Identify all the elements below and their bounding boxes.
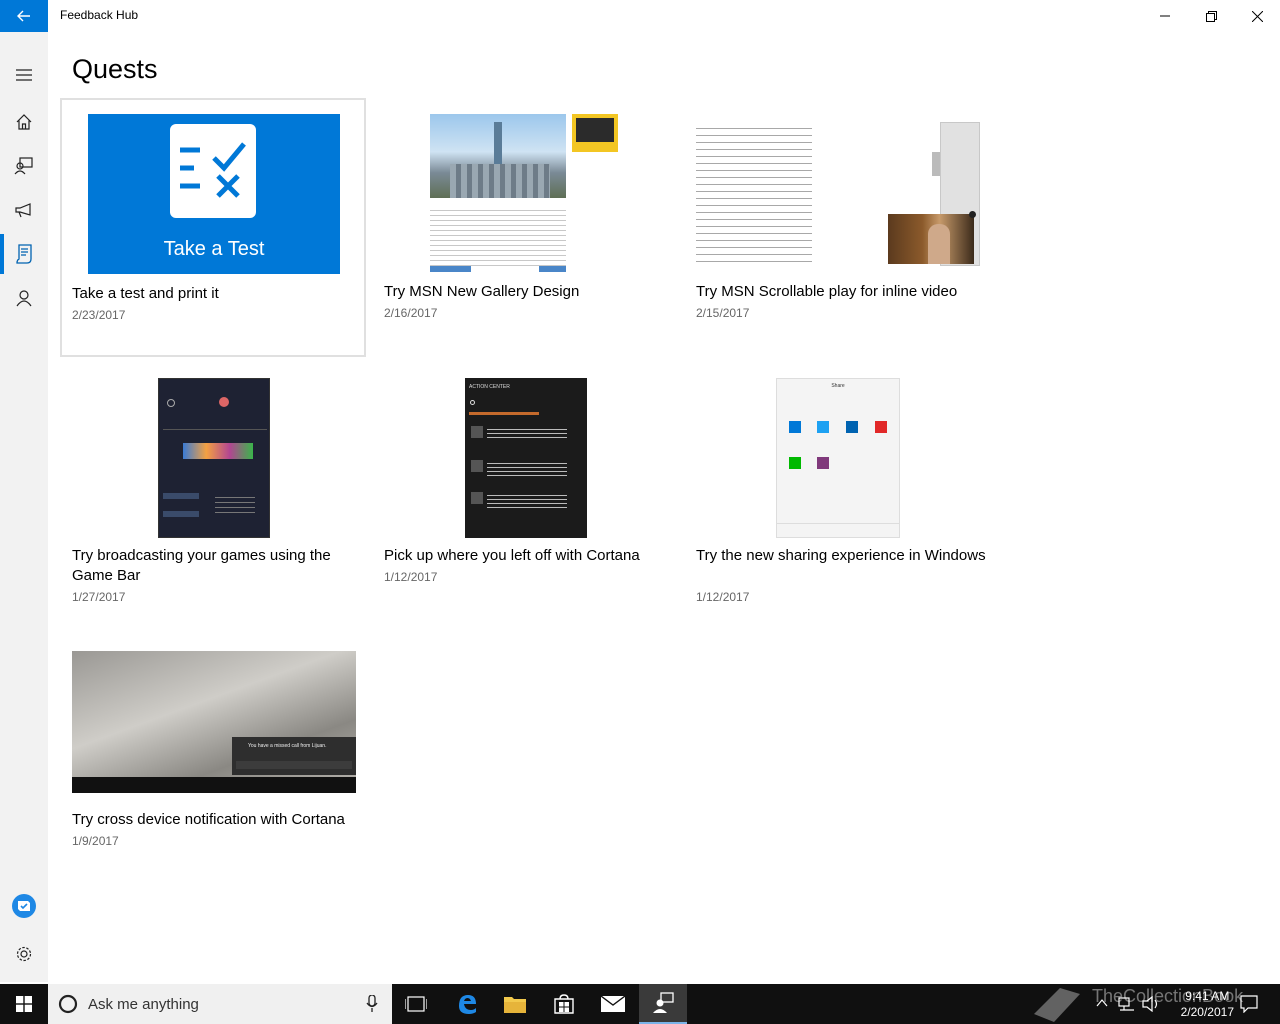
cortana-search-box[interactable]: Ask me anything bbox=[48, 984, 392, 1024]
settings-icon bbox=[16, 946, 32, 962]
clock-date: 2/20/2017 bbox=[1180, 1005, 1234, 1019]
notification-toast: You have a missed call from Lijuan. bbox=[232, 737, 356, 775]
thumb-caption: Take a Test bbox=[163, 238, 265, 260]
quest-thumbnail: Share bbox=[776, 378, 900, 538]
search-placeholder: Ask me anything bbox=[88, 996, 199, 1013]
quest-date: 2/23/2017 bbox=[72, 308, 126, 322]
feedback-icon bbox=[14, 157, 33, 175]
quest-title: Try cross device notification with Corta… bbox=[72, 811, 345, 828]
edge-icon bbox=[459, 995, 476, 1014]
quest-title: Pick up where you left off with Cortana bbox=[384, 547, 640, 564]
quest-card-cross-device[interactable]: You have a missed call from Lijuan. Try … bbox=[62, 640, 368, 860]
quest-date: 1/27/2017 bbox=[72, 590, 126, 604]
settings-button[interactable] bbox=[0, 932, 48, 976]
insider-button[interactable] bbox=[0, 884, 48, 928]
store-icon bbox=[554, 994, 574, 1014]
start-button[interactable] bbox=[0, 984, 48, 1024]
volume-icon[interactable] bbox=[1142, 996, 1160, 1012]
cortana-circle-icon bbox=[58, 994, 78, 1014]
quest-title: Try MSN Scrollable play for inline video bbox=[696, 283, 958, 300]
profile-icon bbox=[16, 290, 32, 307]
quest-card-cortana-resume[interactable]: ACTION CENTER Pick up where you left off… bbox=[374, 364, 680, 604]
quest-title: Try the new sharing experience in Window… bbox=[696, 547, 986, 564]
clock-time: 9:41 AM bbox=[1185, 989, 1230, 1003]
action-center-icon[interactable] bbox=[1240, 995, 1258, 1013]
quest-thumbnail bbox=[696, 122, 980, 268]
system-clock[interactable]: 9:41 AM 2/20/2017 bbox=[1181, 988, 1234, 1020]
feedback-hub-icon bbox=[653, 992, 674, 1013]
app-title: Feedback Hub bbox=[60, 8, 139, 22]
quest-thumbnail bbox=[158, 378, 270, 538]
article-text bbox=[430, 206, 566, 266]
minimize-button[interactable] bbox=[1142, 0, 1188, 32]
quest-card-msn-scrollable[interactable]: Try MSN Scrollable play for inline video… bbox=[686, 100, 992, 340]
mail-button[interactable] bbox=[589, 984, 637, 1024]
quest-thumbnail: You have a missed call from Lijuan. bbox=[72, 651, 356, 793]
quest-date: 1/12/2017 bbox=[696, 590, 750, 604]
city-photo bbox=[430, 114, 566, 198]
windows-logo-icon bbox=[16, 996, 32, 1012]
quest-date: 1/9/2017 bbox=[72, 834, 119, 848]
quest-date: 1/12/2017 bbox=[384, 570, 438, 584]
back-arrow-icon bbox=[17, 10, 30, 22]
inline-video bbox=[888, 214, 974, 264]
quest-title: Take a test and print it bbox=[72, 285, 219, 302]
quest-card-take-a-test[interactable]: Take a Test Take a test and print it 2/2… bbox=[60, 98, 366, 357]
hamburger-menu-icon bbox=[16, 69, 32, 81]
microphone-icon[interactable] bbox=[366, 995, 378, 1013]
store-button[interactable] bbox=[540, 984, 588, 1024]
quest-thumbnail: ACTION CENTER bbox=[465, 378, 587, 538]
action-center-label: ACTION CENTER bbox=[469, 384, 510, 390]
sidebar-item-quests[interactable] bbox=[0, 232, 48, 276]
mini-taskbar bbox=[72, 777, 356, 793]
file-explorer-button[interactable] bbox=[491, 984, 539, 1024]
quests-icon bbox=[16, 244, 32, 264]
sidebar-item-announcements[interactable] bbox=[0, 188, 48, 232]
sidebar bbox=[0, 32, 48, 982]
back-button[interactable] bbox=[0, 0, 48, 32]
quest-card-msn-gallery[interactable]: Try MSN New Gallery Design 2/16/2017 bbox=[374, 100, 680, 340]
network-icon[interactable] bbox=[1118, 996, 1136, 1012]
sidebar-item-home[interactable] bbox=[0, 100, 48, 144]
task-view-button[interactable] bbox=[392, 984, 440, 1024]
quest-date: 2/16/2017 bbox=[384, 306, 438, 320]
sidebar-item-feedback[interactable] bbox=[0, 144, 48, 188]
edge-button[interactable] bbox=[443, 984, 491, 1024]
minimize-icon bbox=[1160, 15, 1170, 17]
watermark-book-icon bbox=[1034, 988, 1080, 1022]
close-video-icon bbox=[969, 211, 976, 218]
hamburger-menu-button[interactable] bbox=[0, 53, 48, 97]
mail-icon bbox=[601, 996, 625, 1012]
task-view-icon bbox=[405, 996, 427, 1012]
close-icon bbox=[1251, 10, 1263, 22]
quest-thumbnail: Take a Test bbox=[88, 114, 340, 274]
announcements-icon bbox=[15, 203, 31, 218]
feedback-hub-taskbar-button[interactable] bbox=[639, 984, 687, 1024]
test-icon bbox=[170, 124, 256, 218]
quest-card-sharing[interactable]: Share Try the new sharing experience in … bbox=[686, 364, 992, 624]
game-thumbnail bbox=[183, 443, 253, 459]
page-title: Quests bbox=[72, 54, 158, 84]
quest-date: 2/15/2017 bbox=[696, 306, 750, 320]
title-bar: Feedback Hub bbox=[0, 0, 1280, 32]
taskbar: Ask me anything TheCollectionBook 9:41 A… bbox=[0, 984, 1280, 1024]
insider-icon bbox=[12, 894, 36, 918]
ad-image bbox=[572, 114, 618, 152]
show-hidden-icons-icon[interactable] bbox=[1096, 998, 1108, 1008]
quest-title: Try MSN New Gallery Design bbox=[384, 283, 580, 300]
share-title: Share bbox=[831, 383, 845, 389]
quest-card-game-bar[interactable]: Try broadcasting your games using the Ga… bbox=[62, 364, 368, 624]
article-text bbox=[696, 122, 812, 266]
folder-icon bbox=[504, 997, 526, 1013]
restore-button[interactable] bbox=[1188, 0, 1234, 32]
restore-icon bbox=[1205, 10, 1217, 22]
close-button[interactable] bbox=[1234, 0, 1280, 32]
quest-title: Try broadcasting your games using the Ga… bbox=[72, 547, 331, 584]
quest-thumbnail bbox=[430, 114, 622, 274]
sidebar-item-profile[interactable] bbox=[0, 276, 48, 320]
home-icon bbox=[16, 114, 32, 130]
